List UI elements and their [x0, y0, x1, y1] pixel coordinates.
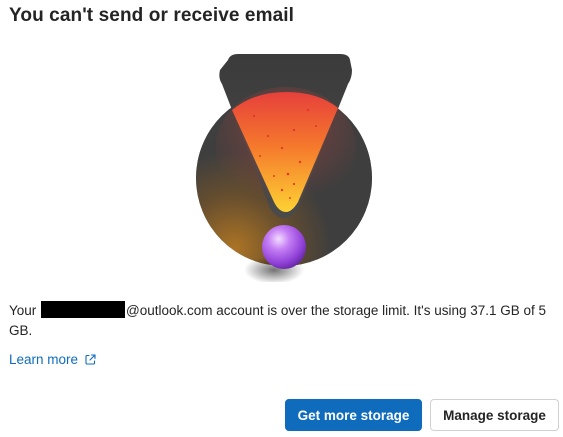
open-in-new-window-icon: [85, 354, 96, 365]
get-more-storage-button[interactable]: Get more storage: [285, 399, 422, 431]
manage-storage-button[interactable]: Manage storage: [430, 399, 559, 431]
storage-limit-message: Your @outlook.com account is over the st…: [9, 301, 557, 341]
learn-more-link[interactable]: Learn more: [9, 352, 96, 367]
learn-more-label: Learn more: [9, 352, 79, 367]
warning-illustration-icon: [190, 52, 380, 284]
message-prefix: Your: [9, 303, 37, 318]
dialog-title: You can't send or receive email: [9, 5, 294, 26]
redacted-email-username: [41, 301, 126, 318]
